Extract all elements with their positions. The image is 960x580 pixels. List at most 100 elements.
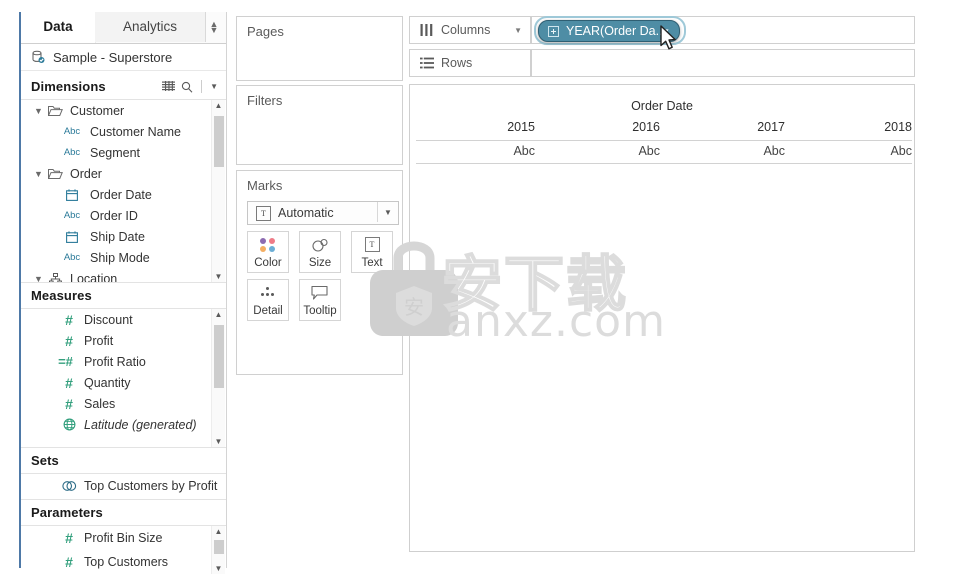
calendar-icon — [61, 188, 83, 201]
chevron-down-icon[interactable]: ▼ — [33, 106, 44, 116]
field-ship-mode[interactable]: Abc Ship Mode — [21, 247, 226, 268]
field-label: Discount — [84, 312, 133, 327]
number-icon: # — [65, 395, 73, 412]
detail-dots-icon — [248, 280, 288, 305]
chevron-down-icon[interactable]: ▼ — [33, 169, 44, 179]
field-profit-ratio[interactable]: =# Profit Ratio — [21, 351, 226, 372]
chevron-down-icon[interactable]: ▼ — [377, 202, 398, 222]
column-header-2015[interactable]: 2015 — [410, 120, 545, 134]
measures-scrollbar[interactable]: ▲ ▼ — [211, 309, 225, 447]
mark-type-label: Automatic — [278, 206, 334, 220]
marks-button-size[interactable]: Size — [299, 231, 341, 273]
dimensions-title: Dimensions — [31, 79, 106, 94]
sets-list: Top Customers by Profit — [21, 474, 226, 499]
field-label: Order — [70, 166, 102, 181]
datasource-name: Sample - Superstore — [53, 49, 173, 65]
viz-canvas[interactable]: Order Date 2015 2016 2017 2018 Abc Abc A… — [409, 84, 915, 552]
rows-icon — [420, 57, 434, 69]
section-header-parameters: Parameters — [21, 499, 226, 526]
marks-button-label: Text — [361, 257, 383, 269]
marks-card[interactable]: Marks T Automatic ▼ Color Size T Text De… — [236, 170, 403, 375]
chevron-down-icon[interactable]: ▼ — [210, 82, 220, 91]
expand-plus-icon[interactable] — [548, 25, 559, 37]
calc-number-icon: =# — [58, 354, 73, 369]
column-header-2018[interactable]: 2018 — [785, 120, 920, 134]
scrollbar-thumb[interactable] — [214, 325, 224, 388]
scroll-down-arrow-icon[interactable]: ▼ — [212, 563, 225, 574]
globe-icon — [61, 418, 77, 431]
field-label: Location — [70, 271, 118, 283]
abc-icon: Abc — [63, 147, 81, 158]
tab-analytics[interactable]: Analytics — [95, 12, 206, 42]
abc-icon: Abc — [63, 252, 81, 263]
field-label: Order Date — [90, 187, 152, 202]
field-quantity[interactable]: # Quantity — [21, 372, 226, 393]
field-profit[interactable]: # Profit — [21, 330, 226, 351]
field-label: Sales — [84, 396, 116, 411]
pages-card[interactable]: Pages — [236, 16, 403, 81]
field-label: Quantity — [84, 375, 131, 390]
marks-button-color[interactable]: Color — [247, 231, 289, 273]
field-latitude-generated[interactable]: Latitude (generated) — [21, 414, 226, 435]
field-order-id[interactable]: Abc Order ID — [21, 205, 226, 226]
dimensions-list: ▼ Customer Abc Customer Name Abc Segment — [21, 100, 226, 282]
scrollbar-thumb[interactable] — [214, 540, 224, 554]
field-ship-date[interactable]: Ship Date — [21, 226, 226, 247]
scroll-up-arrow-icon[interactable]: ▲ — [212, 309, 225, 320]
field-order-date[interactable]: Order Date — [21, 184, 226, 205]
section-header-dimensions: Dimensions ▼ — [21, 74, 226, 100]
chevron-down-icon[interactable]: ▼ — [514, 26, 522, 35]
chevron-down-icon[interactable]: ▼ — [33, 274, 44, 283]
chevron-down-icon[interactable]: ▼ — [662, 27, 670, 36]
rows-shelf-drop-area[interactable] — [531, 49, 915, 77]
dimensions-scrollbar[interactable]: ▲ ▼ — [211, 100, 225, 282]
hierarchy-icon — [48, 272, 63, 282]
folder-icon — [47, 168, 63, 180]
columns-label: Columns — [441, 23, 491, 37]
tab-data[interactable]: Data — [21, 12, 96, 43]
search-icon[interactable] — [181, 81, 193, 93]
scroll-up-arrow-icon[interactable]: ▲ — [212, 526, 225, 537]
folder-icon — [47, 105, 63, 117]
marks-button-detail[interactable]: Detail — [247, 279, 289, 321]
scroll-down-arrow-icon[interactable]: ▼ — [212, 436, 225, 447]
parameters-scrollbar[interactable]: ▲ ▼ — [211, 526, 225, 574]
number-icon: # — [65, 530, 73, 546]
rows-shelf-label[interactable]: Rows — [409, 49, 531, 77]
data-pane: Data Analytics ▲ ▼ Sample - Superstore D… — [21, 12, 227, 574]
scroll-up-arrow-icon[interactable]: ▲ — [212, 100, 225, 111]
pages-card-title: Pages — [247, 24, 284, 39]
size-circles-icon — [300, 232, 340, 257]
mark-type-dropdown[interactable]: T Automatic ▼ — [247, 201, 399, 225]
sort-updown-icon[interactable]: ▲ ▼ — [209, 20, 219, 35]
datasource-row[interactable]: Sample - Superstore — [21, 44, 226, 71]
field-folder-location[interactable]: ▼ Location — [21, 268, 226, 282]
viz-field-label-order-date[interactable]: Order Date — [410, 99, 914, 113]
cell-abc-2018: Abc — [890, 144, 912, 158]
field-folder-order[interactable]: ▼ Order — [21, 163, 226, 184]
field-top-customers-by-profit[interactable]: Top Customers by Profit — [21, 474, 226, 498]
field-label: Top Customers — [84, 555, 169, 569]
column-header-2016[interactable]: 2016 — [535, 120, 670, 134]
field-segment[interactable]: Abc Segment — [21, 142, 226, 163]
field-label: Customer Name — [90, 124, 181, 139]
pill-year-order-date[interactable]: YEAR(Order Da.. ▼ — [538, 20, 680, 42]
measures-title: Measures — [31, 288, 92, 303]
scrollbar-thumb[interactable] — [214, 116, 224, 167]
columns-shelf-label[interactable]: Columns ▼ — [409, 16, 531, 44]
grid-view-icon[interactable] — [162, 81, 176, 92]
field-discount[interactable]: # Discount — [21, 309, 226, 330]
scroll-down-arrow-icon[interactable]: ▼ — [212, 271, 225, 282]
field-top-customers[interactable]: # Top Customers — [21, 550, 226, 574]
field-folder-customer[interactable]: ▼ Customer — [21, 100, 226, 121]
field-profit-bin-size[interactable]: # Profit Bin Size — [21, 526, 226, 550]
marks-button-label: Tooltip — [303, 305, 337, 317]
filters-card[interactable]: Filters — [236, 85, 403, 165]
marks-button-text[interactable]: T Text — [351, 231, 393, 273]
field-customer-name[interactable]: Abc Customer Name — [21, 121, 226, 142]
field-sales[interactable]: # Sales — [21, 393, 226, 414]
marks-button-label: Detail — [253, 305, 283, 317]
column-header-2017[interactable]: 2017 — [660, 120, 795, 134]
field-label: Top Customers by Profit — [84, 479, 218, 493]
marks-button-tooltip[interactable]: Tooltip — [299, 279, 341, 321]
